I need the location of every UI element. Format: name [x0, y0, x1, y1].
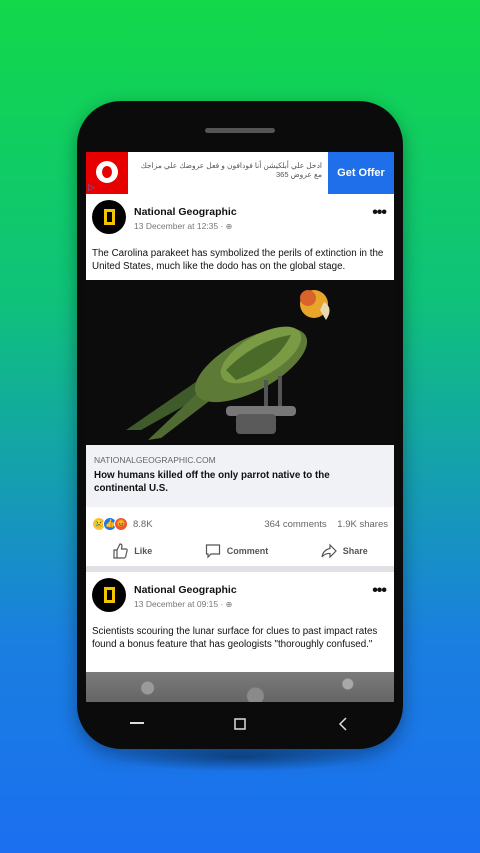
- angry-reaction-icon: 😡: [114, 517, 128, 531]
- more-options-icon[interactable]: •••: [372, 582, 387, 600]
- back-chevron-icon[interactable]: [333, 714, 353, 734]
- post-timestamp: 13 December at 12:35 · ⊕: [134, 221, 232, 231]
- comment-icon: [205, 544, 220, 559]
- post-time-text: 13 December at 12:35 ·: [134, 221, 226, 231]
- reaction-count: 8.8K: [133, 518, 153, 530]
- post-photo-parakeet[interactable]: [86, 280, 394, 445]
- link-preview[interactable]: NATIONALGEOGRAPHIC.COM How humans killed…: [86, 445, 394, 507]
- share-button[interactable]: Share: [321, 543, 368, 559]
- post-photo-moon[interactable]: [86, 672, 394, 702]
- globe-icon: ⊕: [225, 222, 233, 231]
- comment-label: Comment: [226, 546, 269, 556]
- ad-banner[interactable]: ▷ ادخل علي أبلكيشن أنا فودافون و فعل عرو…: [86, 152, 394, 194]
- share-label: Share: [342, 546, 368, 556]
- ad-text: ادخل علي أبلكيشن أنا فودافون و فعل عروضك…: [140, 161, 322, 179]
- link-domain: NATIONALGEOGRAPHIC.COM: [94, 455, 216, 465]
- phone-frame: ▷ ادخل علي أبلكيشن أنا فودافون و فعل عرو…: [77, 101, 403, 749]
- link-title[interactable]: How humans killed off the only parrot na…: [94, 469, 384, 495]
- like-label: Like: [134, 546, 153, 556]
- reactions-summary[interactable]: 😢 👍 😡 8.8K: [92, 516, 153, 532]
- system-nav-bar: [86, 702, 394, 746]
- page-name[interactable]: National Geographic: [134, 584, 237, 596]
- share-icon: [321, 543, 337, 559]
- like-button[interactable]: Like: [112, 543, 152, 559]
- post-actions: Like Comment Share: [86, 539, 394, 563]
- post-time-text: 13 December at 09:15 ·: [134, 599, 226, 609]
- menu-icon[interactable]: [127, 714, 147, 734]
- globe-icon: ⊕: [225, 600, 233, 609]
- phone-speaker: [205, 128, 275, 133]
- shares-count[interactable]: 1.9K shares: [337, 519, 388, 530]
- comment-button[interactable]: Comment: [205, 543, 269, 559]
- post-text: The Carolina parakeet has symbolized the…: [92, 248, 384, 272]
- page-name[interactable]: National Geographic: [134, 206, 237, 218]
- post-timestamp: 13 December at 09:15 · ⊕: [134, 599, 232, 609]
- like-icon: [113, 543, 128, 559]
- avatar[interactable]: [92, 578, 126, 612]
- comments-count[interactable]: 364 comments: [264, 519, 326, 530]
- avatar[interactable]: [92, 200, 126, 234]
- app-screen: ▷ ادخل علي أبلكيشن أنا فودافون و فعل عرو…: [86, 152, 394, 702]
- ad-choices-icon[interactable]: ▷: [88, 182, 98, 192]
- more-options-icon[interactable]: •••: [372, 204, 387, 222]
- post-text: Scientists scouring the lunar surface fo…: [92, 626, 378, 650]
- get-offer-button[interactable]: Get Offer: [328, 152, 394, 194]
- post-stats: 364 comments 1.9K shares: [256, 519, 388, 530]
- post-card: National Geographic 13 December at 12:35…: [86, 194, 394, 566]
- post-card: National Geographic 13 December at 09:15…: [86, 572, 394, 702]
- home-square-icon[interactable]: [230, 714, 250, 734]
